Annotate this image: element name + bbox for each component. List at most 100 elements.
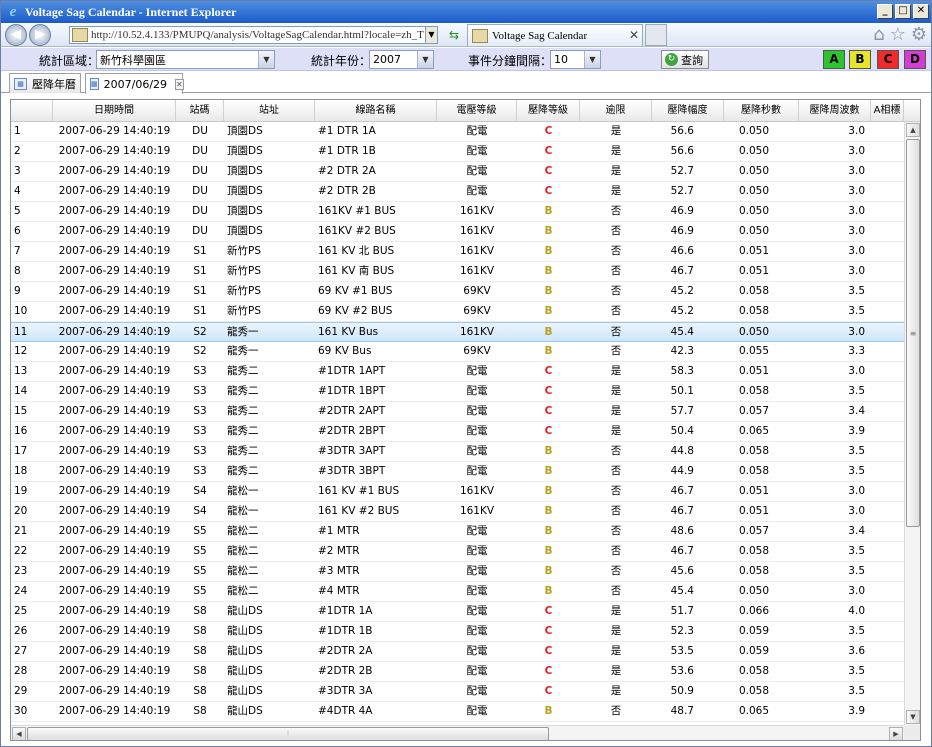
column-header[interactable]: 線路名稱 (315, 100, 437, 122)
interval-select[interactable]: 10 ▼ (550, 50, 601, 69)
home-icon[interactable]: ⌂ (873, 24, 884, 45)
table-cell (871, 502, 904, 521)
table-row[interactable]: 12 2007-06-29 14:40:19 S2 龍秀一 69 KV Bus 69KV B… (11, 342, 904, 362)
column-header[interactable]: 日期時間 (53, 100, 176, 122)
column-header[interactable]: 站址 (224, 100, 315, 122)
table-row[interactable]: 21 2007-06-29 14:40:19 S5 龍松二 #1 MTR 配電 B 否 48.6… (11, 522, 904, 542)
table-cell: 配電 (466, 705, 488, 717)
vertical-scroll-thumb[interactable]: ≡ (906, 139, 920, 527)
maximize-button[interactable]: □ (895, 4, 911, 19)
column-header[interactable]: 站碼 (176, 100, 224, 122)
table-cell: 2007-06-29 14:40:19 (58, 665, 171, 677)
table-row[interactable]: 5 2007-06-29 14:40:19 DU 頂園DS 161KV #1 BUS 16… (11, 202, 904, 222)
column-header[interactable]: 壓降周波數 (799, 100, 871, 122)
forward-button[interactable]: ▶ (29, 24, 51, 46)
favorites-star-icon[interactable]: ☆ (890, 24, 906, 45)
close-icon[interactable]: ✕ (175, 78, 184, 90)
column-header[interactable]: 逾限 (580, 100, 652, 122)
level-c-button[interactable]: C (877, 50, 899, 69)
table-cell: 161 KV 北 BUS (318, 245, 395, 257)
minimize-button[interactable]: _ (877, 4, 893, 19)
table-row[interactable]: 9 2007-06-29 14:40:19 S1 新竹PS 69 KV #1 BUS 69… (11, 282, 904, 302)
table-row[interactable]: 22 2007-06-29 14:40:19 S5 龍松二 #2 MTR 配電 B 否 46.7… (11, 542, 904, 562)
scroll-down-icon[interactable]: ▼ (906, 710, 920, 724)
scroll-left-icon[interactable]: ◀ (12, 727, 26, 740)
table-cell: S5 (193, 545, 207, 557)
column-header[interactable]: 壓降秒數 (724, 100, 799, 122)
table-row[interactable]: 16 2007-06-29 14:40:19 S3 龍秀二 #2DTR 2BPT 配電 C 是… (11, 422, 904, 442)
scroll-right-icon[interactable]: ▶ (889, 727, 903, 740)
query-button[interactable]: ↻ 查詢 (661, 50, 709, 69)
table-cell (871, 702, 904, 721)
table-cell: 0.055 (738, 345, 769, 357)
vertical-scrollbar[interactable]: ▲ ≡ ▼ (904, 122, 920, 725)
settings-gear-icon[interactable]: ⚙ (911, 24, 927, 45)
new-tab-button[interactable] (645, 24, 667, 46)
table-cell: 26 (14, 625, 28, 637)
table-row[interactable]: 26 2007-06-29 14:40:19 S8 龍山DS #1DTR 1B 配電 C 是 5… (11, 622, 904, 642)
level-a-button[interactable]: A (823, 50, 845, 69)
region-select[interactable]: 新竹科學園區 ▼ (96, 50, 275, 69)
column-header[interactable]: 電壓等級 (437, 100, 517, 122)
column-header[interactable]: 壓降幅度 (652, 100, 724, 122)
table-row[interactable]: 25 2007-06-29 14:40:19 S8 龍山DS #1DTR 1A 配電 C 是 5… (11, 602, 904, 622)
browser-tab[interactable]: Voltage Sag Calendar ✕ (467, 24, 643, 46)
table-cell: 161KV (459, 505, 495, 517)
horizontal-scrollbar[interactable]: ◀ ⦙ ▶ (11, 725, 904, 740)
column-header[interactable]: A相標 (871, 100, 904, 122)
table-row[interactable]: 3 2007-06-29 14:40:19 DU 頂園DS #2 DTR 2A 配電 C 是 5… (11, 162, 904, 182)
tab-sag-calendar[interactable]: ▦ 壓降年曆 (9, 73, 81, 93)
table-row[interactable]: 4 2007-06-29 14:40:19 DU 頂園DS #2 DTR 2B 配電 C 是 5… (11, 182, 904, 202)
table-row[interactable]: 20 2007-06-29 14:40:19 S4 龍松一 161 KV #2 BUS 1… (11, 502, 904, 522)
horizontal-scroll-thumb[interactable]: ⦙ (27, 727, 549, 740)
tab-date-detail[interactable]: ▦ 2007/06/29 ✕ (85, 73, 184, 94)
back-button[interactable]: ◀ (5, 24, 27, 46)
level-d-button[interactable]: D (904, 50, 926, 69)
close-button[interactable]: ✕ (913, 4, 929, 19)
table-cell: 否 (610, 445, 622, 457)
table-cell: 配電 (466, 185, 488, 197)
tab-favicon-icon (472, 28, 488, 43)
table-cell: 3.0 (848, 145, 865, 157)
table-cell: 0.058 (738, 665, 769, 677)
address-dropdown-icon[interactable]: ▼ (425, 26, 438, 44)
table-cell: 52.7 (670, 165, 694, 177)
table-cell: 3.0 (848, 365, 865, 377)
column-header[interactable]: 壓降等級 (517, 100, 580, 122)
table-row[interactable]: 14 2007-06-29 14:40:19 S3 龍秀二 #1DTR 1BPT 配電 C 是… (11, 382, 904, 402)
table-row[interactable]: 6 2007-06-29 14:40:19 DU 頂園DS 161KV #2 BUS 16… (11, 222, 904, 242)
table-row[interactable]: 30 2007-06-29 14:40:19 S8 龍山DS #4DTR 4A 配電 B 否 4… (11, 702, 904, 722)
table-cell: 0.050 (738, 125, 769, 137)
table-cell: C (544, 605, 553, 617)
refresh-icon[interactable]: ⇆ (444, 26, 464, 44)
table-row[interactable]: 23 2007-06-29 14:40:19 S5 龍松二 #3 MTR 配電 B 否 45.6… (11, 562, 904, 582)
table-cell: 45.4 (670, 585, 694, 597)
table-row[interactable]: 28 2007-06-29 14:40:19 S8 龍山DS #2DTR 2B 配電 C 是 5… (11, 662, 904, 682)
table-cell: B (544, 485, 553, 497)
table-row[interactable]: 15 2007-06-29 14:40:19 S3 龍秀二 #2DTR 2APT 配電 C 是… (11, 402, 904, 422)
table-row[interactable]: 2 2007-06-29 14:40:19 DU 頂園DS #1 DTR 1B 配電 C 是 5… (11, 142, 904, 162)
table-cell: #2DTR 2B (318, 665, 373, 677)
table-cell: 新竹PS (227, 265, 261, 277)
tab-close-icon[interactable]: ✕ (629, 28, 639, 43)
table-row[interactable]: 8 2007-06-29 14:40:19 S1 新竹PS 161 KV 南 BUS 16… (11, 262, 904, 282)
address-bar[interactable]: http://10.52.4.133/PMUPQ/analysis/Voltag… (69, 26, 437, 44)
table-row[interactable]: 7 2007-06-29 14:40:19 S1 新竹PS 161 KV 北 BUS 16… (11, 242, 904, 262)
scroll-up-icon[interactable]: ▲ (906, 123, 920, 137)
year-select[interactable]: 2007 ▼ (369, 50, 434, 69)
table-row[interactable]: 1 2007-06-29 14:40:19 DU 頂園DS #1 DTR 1A 配電 C 是 5… (11, 122, 904, 142)
column-header[interactable] (11, 100, 53, 122)
table-row[interactable]: 19 2007-06-29 14:40:19 S4 龍松一 161 KV #1 BUS 1… (11, 482, 904, 502)
table-cell: 龍秀一 (227, 345, 259, 357)
table-row[interactable]: 13 2007-06-29 14:40:19 S3 龍秀二 #1DTR 1APT 配電 C 是… (11, 362, 904, 382)
table-row[interactable]: 29 2007-06-29 14:40:19 S8 龍山DS #3DTR 3A 配電 C 是 5… (11, 682, 904, 702)
table-row[interactable]: 11 2007-06-29 14:40:19 S2 龍秀一 161 KV Bus 161K… (11, 322, 904, 342)
table-cell: 3.0 (848, 265, 865, 277)
table-row[interactable]: 24 2007-06-29 14:40:19 S5 龍松二 #4 MTR 配電 B 否 45.4… (11, 582, 904, 602)
table-cell: 配電 (466, 585, 488, 597)
table-row[interactable]: 18 2007-06-29 14:40:19 S3 龍秀二 #3DTR 3BPT 配電 B 否… (11, 462, 904, 482)
level-b-button[interactable]: B (849, 50, 871, 69)
table-row[interactable]: 10 2007-06-29 14:40:19 S1 新竹PS 69 KV #2 BUS 6… (11, 302, 904, 322)
table-row[interactable]: 27 2007-06-29 14:40:19 S8 龍山DS #2DTR 2A 配電 C 是 5… (11, 642, 904, 662)
table-row[interactable]: 17 2007-06-29 14:40:19 S3 龍秀二 #3DTR 3APT 配電 B 否… (11, 442, 904, 462)
